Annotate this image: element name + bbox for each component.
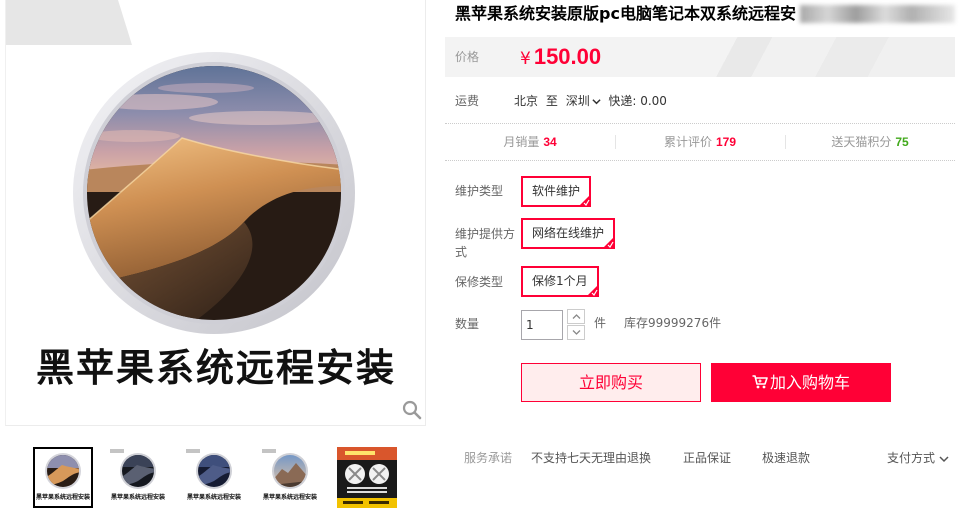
- stat-monthly-sales: 月销量 34: [445, 134, 615, 150]
- option-value: 网络在线维护: [532, 226, 605, 240]
- option-software-maintenance[interactable]: 软件维护: [521, 176, 592, 207]
- quantity-increase-button[interactable]: [567, 309, 585, 324]
- service-fast-refund[interactable]: 极速退款: [762, 450, 810, 466]
- stat-value: 34: [543, 135, 557, 149]
- stat-label: 累计评价: [663, 135, 712, 149]
- option-label-maintenance-method: 维护提供方式: [455, 227, 516, 259]
- thumbnail-caption: 黑苹果系统远程安装: [110, 494, 165, 501]
- chevron-down-icon: [572, 330, 581, 335]
- stat-label: 月销量: [503, 135, 540, 149]
- thumbnail[interactable]: 黑苹果系统远程安装: [260, 447, 320, 508]
- ship-from: 北京: [514, 94, 539, 108]
- thumbnail[interactable]: 黑苹果系统远程安装: [108, 447, 168, 508]
- ship-method: 快递: 0.00: [608, 94, 667, 108]
- product-title: 黑苹果系统安装原版pc电脑笔记本双系统远程安: [455, 4, 796, 23]
- main-product-image[interactable]: 黑苹果系统远程安装: [5, 0, 426, 426]
- stat-value: 179: [715, 135, 737, 149]
- chevron-up-icon: [572, 314, 581, 319]
- ship-to-selector[interactable]: 深圳: [566, 94, 590, 108]
- service-authentic-guarantee[interactable]: 正品保证: [683, 450, 731, 466]
- stock-count: 库存99999276件: [624, 316, 722, 330]
- ship-separator: 至: [545, 94, 558, 108]
- shipping-info: 北京 至 深圳 快递: 0.00: [514, 93, 671, 109]
- quantity-label: 数量: [455, 317, 480, 331]
- thumbnail-caption: 黑苹果系统远程安装: [186, 494, 241, 501]
- main-image-caption: 黑苹果系统远程安装: [35, 346, 396, 390]
- add-to-cart-label: 加入购物车: [769, 373, 850, 392]
- stat-label: 送天猫积分: [831, 135, 892, 149]
- option-value: 保修1个月: [532, 274, 588, 288]
- price-panel: 价格 ¥150.00: [445, 37, 955, 77]
- buy-now-button[interactable]: 立即购买: [521, 363, 701, 402]
- payment-methods-label: 支付方式: [887, 451, 936, 465]
- stat-value: 75: [895, 135, 909, 149]
- check-corner-icon: [603, 237, 615, 248]
- check-corner-icon: [579, 195, 591, 206]
- shipping-label: 运费: [455, 94, 480, 108]
- thumbnail-badge: [186, 449, 200, 453]
- divider: [445, 123, 955, 124]
- title-redaction: [800, 5, 955, 23]
- option-label-warranty-type: 保修类型: [455, 275, 504, 289]
- quantity-input[interactable]: [521, 310, 563, 340]
- quantity-decrease-button[interactable]: [567, 325, 585, 340]
- thumbnail-badge: [262, 449, 276, 453]
- thumbnail-caption: 黑苹果系统远程安装: [35, 494, 90, 501]
- thumbnail[interactable]: 黑苹果系统远程安装: [184, 447, 244, 508]
- thumbnail-image: [337, 447, 397, 508]
- currency-symbol: ¥: [520, 49, 531, 69]
- price-amount: 150.00: [533, 44, 602, 69]
- check-corner-icon: [586, 285, 598, 296]
- chevron-down-icon[interactable]: [591, 97, 601, 106]
- divider: [445, 160, 955, 161]
- thumbnail[interactable]: 黑苹果系统远程安装: [33, 447, 93, 508]
- option-label-maintenance-type: 维护类型: [455, 184, 504, 198]
- cart-icon: [752, 375, 768, 389]
- service-no-7day-return[interactable]: 不支持七天无理由退换: [531, 450, 651, 466]
- thumbnail-caption: 黑苹果系统远程安装: [262, 494, 317, 501]
- option-value: 软件维护: [532, 184, 581, 198]
- stat-reviews[interactable]: 累计评价 179: [615, 134, 785, 150]
- quantity-unit: 件: [594, 316, 607, 330]
- payment-methods-dropdown[interactable]: 支付方式: [887, 450, 949, 466]
- stat-points: 送天猫积分 75: [785, 134, 955, 150]
- magnifier-icon[interactable]: [402, 400, 422, 420]
- price-value: ¥150.00: [520, 43, 601, 74]
- price-panel-decoration: [685, 37, 955, 77]
- thumbnail-badge: [110, 449, 124, 453]
- chevron-down-icon: [939, 455, 949, 462]
- thumbnail-strip: 黑苹果系统远程安装 黑苹果系统远程安装 黑苹果系统远程安装 黑苹果系统远程安装: [33, 447, 399, 509]
- price-label: 价格: [455, 50, 480, 64]
- corner-decoration: [6, 0, 132, 45]
- add-to-cart-button[interactable]: 加入购物车: [711, 363, 891, 402]
- option-online-maintenance[interactable]: 网络在线维护: [521, 218, 616, 249]
- thumbnail[interactable]: [337, 447, 397, 508]
- service-label: 服务承诺: [464, 451, 513, 465]
- option-warranty-1-month[interactable]: 保修1个月: [521, 266, 599, 297]
